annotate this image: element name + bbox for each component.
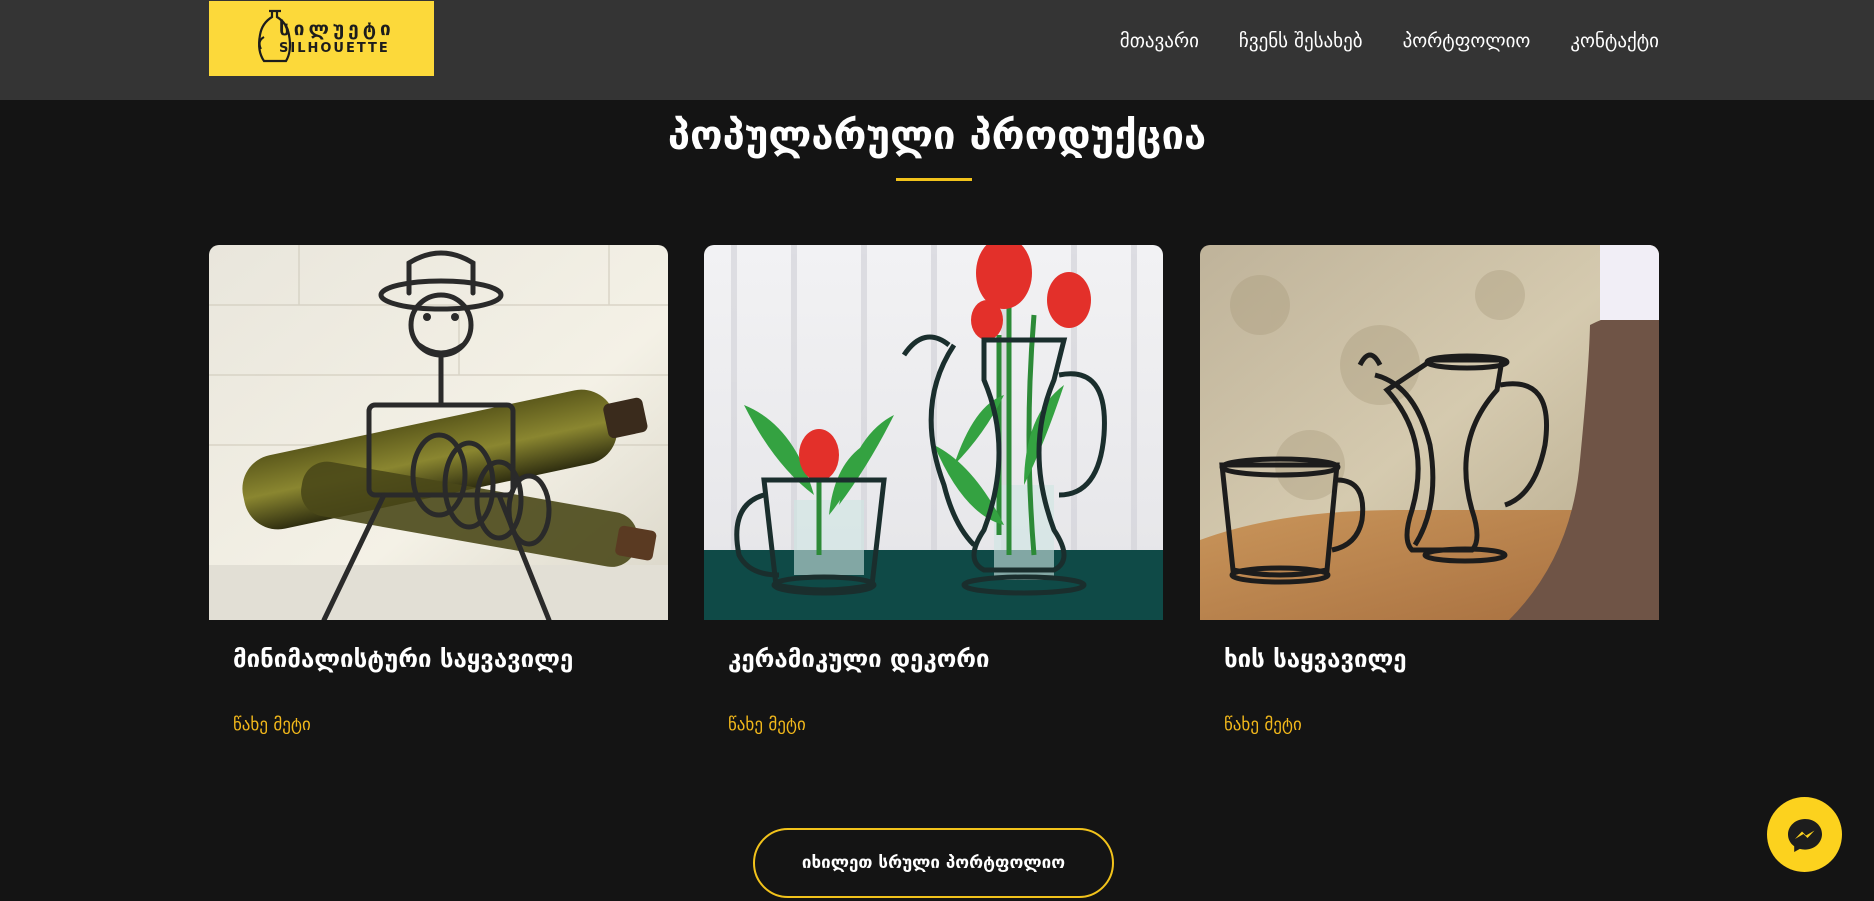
- view-full-portfolio-button[interactable]: იხილეთ სრული პორტფოლიო: [753, 828, 1114, 898]
- logo-text-georgian: სილუეტი: [279, 18, 395, 40]
- site-logo[interactable]: სილუეტი SILHOUETTE: [209, 1, 434, 76]
- product-image[interactable]: [209, 245, 668, 620]
- main-nav: მთავარი ჩვენს შესახებ პორტფოლიო კონტაქტი: [1120, 30, 1659, 52]
- nav-item-home[interactable]: მთავარი: [1120, 30, 1199, 52]
- product-title: მინიმალისტური საყვავილე: [233, 645, 574, 673]
- messenger-icon: [1787, 818, 1822, 852]
- product-card[interactable]: ხის საყვავილე წახე მეტი: [1200, 245, 1659, 755]
- nav-item-portfolio[interactable]: პორტფოლიო: [1403, 30, 1531, 52]
- messenger-button[interactable]: [1767, 797, 1842, 872]
- nav-item-contact[interactable]: კონტაქტი: [1570, 30, 1659, 52]
- product-image[interactable]: [704, 245, 1163, 620]
- read-more-link[interactable]: წახე მეტი: [1224, 715, 1302, 735]
- product-image[interactable]: [1200, 245, 1659, 620]
- product-title: კერამიკული დეკორი: [728, 645, 990, 673]
- nav-item-about[interactable]: ჩვენს შესახებ: [1239, 30, 1363, 52]
- logo-text: სილუეტი SILHOUETTE: [279, 17, 395, 57]
- site-header: სილუეტი SILHOUETTE მთავარი ჩვენს შესახებ…: [0, 0, 1874, 100]
- cup-and-teapot-silhouette-photo: [1200, 245, 1659, 620]
- wine-holder-figure-photo: [209, 245, 668, 620]
- product-card[interactable]: კერამიკული დეკორი წახე მეტი: [704, 245, 1163, 755]
- logo-text-latin: SILHOUETTE: [279, 41, 390, 56]
- read-more-link[interactable]: წახე მეტი: [728, 715, 806, 735]
- read-more-link[interactable]: წახე მეტი: [233, 715, 311, 735]
- title-underline: [896, 178, 972, 181]
- section-title: პოპულარული პროდუქცია: [667, 113, 1207, 159]
- product-title: ხის საყვავილე: [1224, 645, 1407, 673]
- tulip-vases-photo: [704, 245, 1163, 620]
- product-card[interactable]: მინიმალისტური საყვავილე წახე მეტი: [209, 245, 668, 755]
